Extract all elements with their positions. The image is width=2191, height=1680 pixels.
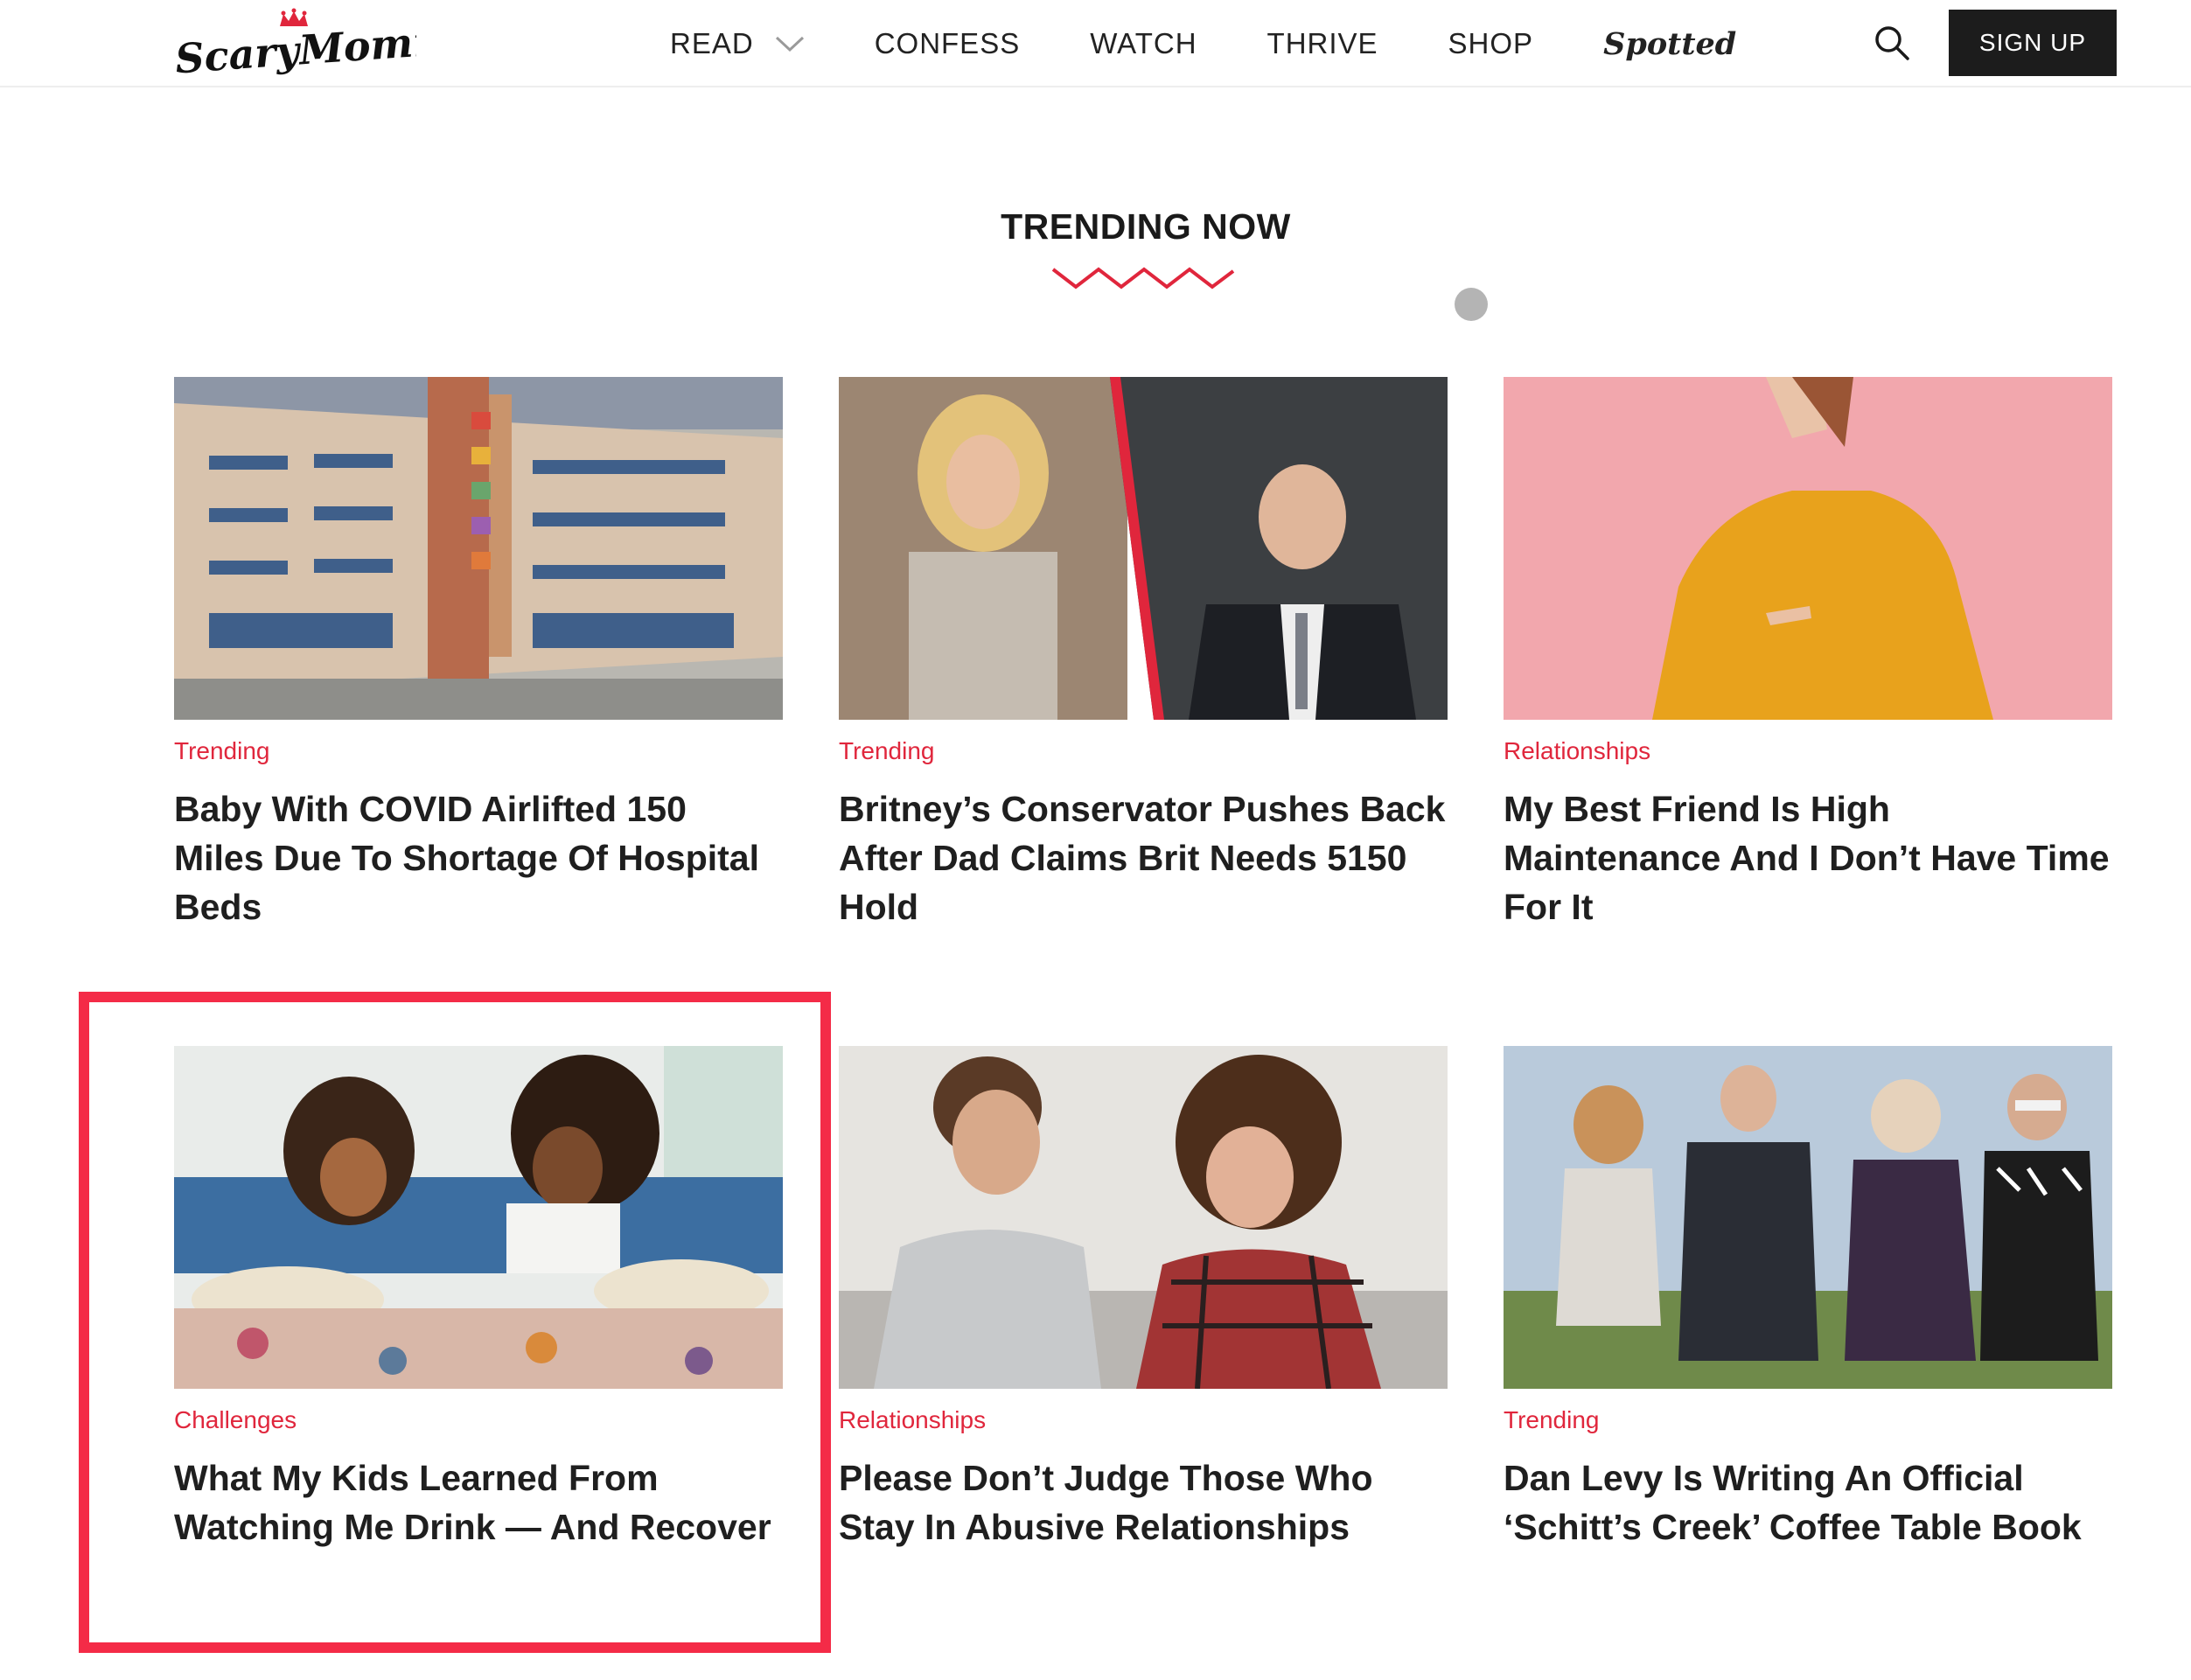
article-headline[interactable]: Please Don’t Judge Those Who Stay In Abu… bbox=[839, 1453, 1448, 1551]
article-category[interactable]: Challenges bbox=[174, 1406, 783, 1434]
article-thumbnail[interactable] bbox=[174, 377, 783, 720]
article-card[interactable]: Relationships Please Don’t Judge Those W… bbox=[839, 1046, 1448, 1551]
britney-and-father-image bbox=[839, 377, 1448, 720]
article-headline[interactable]: My Best Friend Is High Maintenance And I… bbox=[1504, 784, 2112, 931]
article-category[interactable]: Trending bbox=[1504, 1406, 2112, 1434]
nav-read-label: READ bbox=[670, 27, 754, 59]
article-category[interactable]: Trending bbox=[174, 737, 783, 765]
article-thumbnail[interactable] bbox=[839, 377, 1448, 720]
article-card[interactable]: Trending Dan Levy Is Writing An Official… bbox=[1504, 1046, 2112, 1551]
carousel-indicator-dot[interactable] bbox=[1455, 288, 1488, 321]
nav-spotted[interactable]: Spotted bbox=[1603, 26, 1736, 62]
article-category[interactable]: Trending bbox=[839, 737, 1448, 765]
article-card[interactable]: Trending Baby With COVID Airlifted 150 M… bbox=[174, 377, 783, 931]
article-category[interactable]: Relationships bbox=[839, 1406, 1448, 1434]
main-nav: READ CONFESS WATCH THRIVE SHOP Spotted bbox=[670, 0, 1736, 87]
article-headline[interactable]: What My Kids Learned From Watching Me Dr… bbox=[174, 1453, 783, 1551]
sign-up-button[interactable]: SIGN UP bbox=[1949, 10, 2117, 76]
article-thumbnail[interactable] bbox=[1504, 377, 2112, 720]
article-thumbnail[interactable] bbox=[1504, 1046, 2112, 1389]
search-icon bbox=[1875, 26, 1909, 60]
article-thumbnail[interactable] bbox=[174, 1046, 783, 1389]
upset-couple-couch-image bbox=[839, 1046, 1448, 1389]
article-headline[interactable]: Dan Levy Is Writing An Official ‘Schitt’… bbox=[1504, 1453, 2112, 1551]
hospital-building-image bbox=[174, 377, 783, 720]
nav-confess[interactable]: CONFESS bbox=[875, 27, 1021, 60]
article-card[interactable]: Challenges What My Kids Learned From Wat… bbox=[174, 1046, 783, 1551]
woman-yellow-sweater-image bbox=[1504, 377, 2112, 720]
nav-read[interactable]: READ bbox=[670, 27, 805, 60]
article-thumbnail[interactable] bbox=[839, 1046, 1448, 1389]
article-headline[interactable]: Britney’s Conservator Pushes Back After … bbox=[839, 784, 1448, 931]
article-headline[interactable]: Baby With COVID Airlifted 150 Miles Due … bbox=[174, 784, 783, 931]
schitts-creek-cast-image bbox=[1504, 1046, 2112, 1389]
chevron-down-icon bbox=[775, 36, 804, 52]
zigzag-divider bbox=[1051, 267, 1235, 289]
scary-mommy-logo: ScaryMommy bbox=[173, 8, 416, 82]
mother-daughter-bed-image bbox=[174, 1046, 783, 1389]
article-card[interactable]: Trending Britney’s Conservator Pushes Ba… bbox=[839, 377, 1448, 931]
article-card[interactable]: Relationships My Best Friend Is High Mai… bbox=[1504, 377, 2112, 931]
nav-watch[interactable]: WATCH bbox=[1090, 27, 1197, 60]
site-logo[interactable]: ScaryMommy bbox=[171, 7, 416, 82]
site-header: ScaryMommy READ CONFESS WATCH THRIVE SHO… bbox=[0, 0, 2191, 87]
article-category[interactable]: Relationships bbox=[1504, 737, 2112, 765]
nav-shop[interactable]: SHOP bbox=[1448, 27, 1534, 60]
search-button[interactable] bbox=[1872, 23, 1912, 63]
nav-thrive[interactable]: THRIVE bbox=[1267, 27, 1378, 60]
section-title: TRENDING NOW bbox=[1001, 206, 1291, 247]
